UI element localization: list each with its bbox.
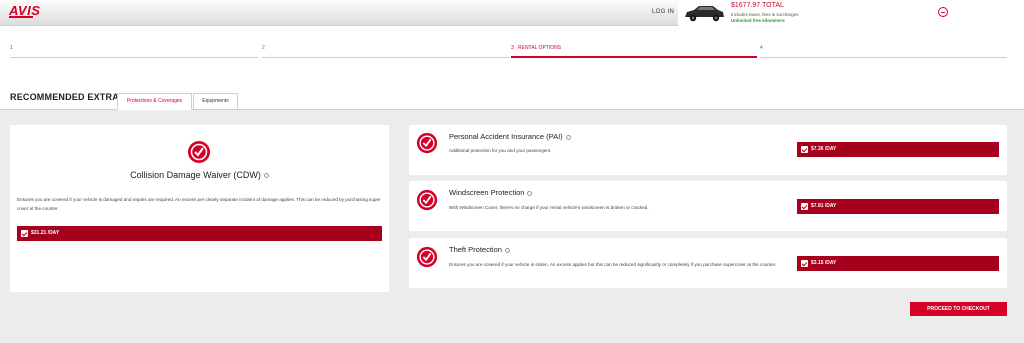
info-icon[interactable] <box>263 173 269 179</box>
checkbox-checked-icon[interactable] <box>801 260 808 267</box>
step-label: RENTAL OPTIONS <box>518 45 562 51</box>
theft-price: $3.15 /DAY <box>811 260 837 266</box>
step-4[interactable]: 4 <box>760 44 1007 58</box>
theft-price-toggle[interactable]: $3.15 /DAY <box>797 256 999 271</box>
step-number: 3 <box>511 45 514 51</box>
windscreen-price-toggle[interactable]: $7.81 /DAY <box>797 199 999 214</box>
info-icon[interactable] <box>504 247 510 253</box>
cdw-description: Ensures you are covered if your vehicle … <box>17 197 381 211</box>
checkbox-checked-icon[interactable] <box>21 230 28 237</box>
windscreen-title: Windscreen Protection <box>449 188 533 197</box>
windscreen-price: $7.81 /DAY <box>811 203 837 209</box>
cdw-title-text: Collision Damage Waiver (CDW) <box>130 170 261 180</box>
checkbox-checked-icon[interactable] <box>801 146 808 153</box>
step-number: 2 <box>262 45 265 51</box>
theft-description: Ensures you are covered if your vehicle … <box>449 262 777 267</box>
step-3-rental-options[interactable]: 3 RENTAL OPTIONS <box>511 44 757 58</box>
info-icon[interactable] <box>527 190 533 196</box>
cdw-title: Collision Damage Waiver (CDW) <box>10 170 389 180</box>
step-number: 4 <box>760 45 763 51</box>
collapse-summary-icon[interactable] <box>938 7 948 17</box>
tab-protections-coverages[interactable]: Protections & Coverages <box>117 93 192 110</box>
info-icon[interactable] <box>565 134 571 140</box>
theft-title: Theft Protection <box>449 245 510 254</box>
logo-stripe <box>9 16 33 18</box>
windscreen-title-text: Windscreen Protection <box>449 188 525 197</box>
shield-check-icon <box>416 246 438 268</box>
theft-title-text: Theft Protection <box>449 245 502 254</box>
recommended-extras-title: RECOMMENDED EXTRAS <box>10 92 126 102</box>
includes-text: Includes taxes, fees & surcharges <box>731 12 799 17</box>
unlimited-km-text: Unlimited free kilometers <box>731 18 785 23</box>
shield-check-icon <box>416 132 438 154</box>
car-image <box>685 6 724 22</box>
proceed-to-checkout-button[interactable]: PROCEED TO CHECKOUT <box>910 302 1007 316</box>
shield-check-icon <box>188 141 210 163</box>
pai-price-toggle[interactable]: $7.36 /DAY <box>797 142 999 157</box>
pai-price: $7.36 /DAY <box>811 146 837 152</box>
tab-equipments[interactable]: Equipments <box>193 93 238 110</box>
shield-check-icon <box>416 189 438 211</box>
pai-description: Additional protection for you and your p… <box>449 148 552 153</box>
total-price: $1677.97 TOTAL <box>731 2 784 9</box>
cdw-price: $31.21 /DAY <box>31 230 60 236</box>
windscreen-description: With Windscreen Cover, there's no charge… <box>449 205 649 210</box>
pai-title: Personal Accident Insurance (PAI) <box>449 132 571 141</box>
pai-title-text: Personal Accident Insurance (PAI) <box>449 132 563 141</box>
step-2[interactable]: 2 <box>262 44 510 58</box>
booking-summary-panel <box>678 0 1024 26</box>
login-link[interactable]: LOG IN <box>652 9 674 15</box>
step-1[interactable]: 1 <box>10 44 258 58</box>
step-number: 1 <box>10 45 13 51</box>
cdw-price-toggle[interactable]: $31.21 /DAY <box>17 226 382 241</box>
checkbox-checked-icon[interactable] <box>801 203 808 210</box>
